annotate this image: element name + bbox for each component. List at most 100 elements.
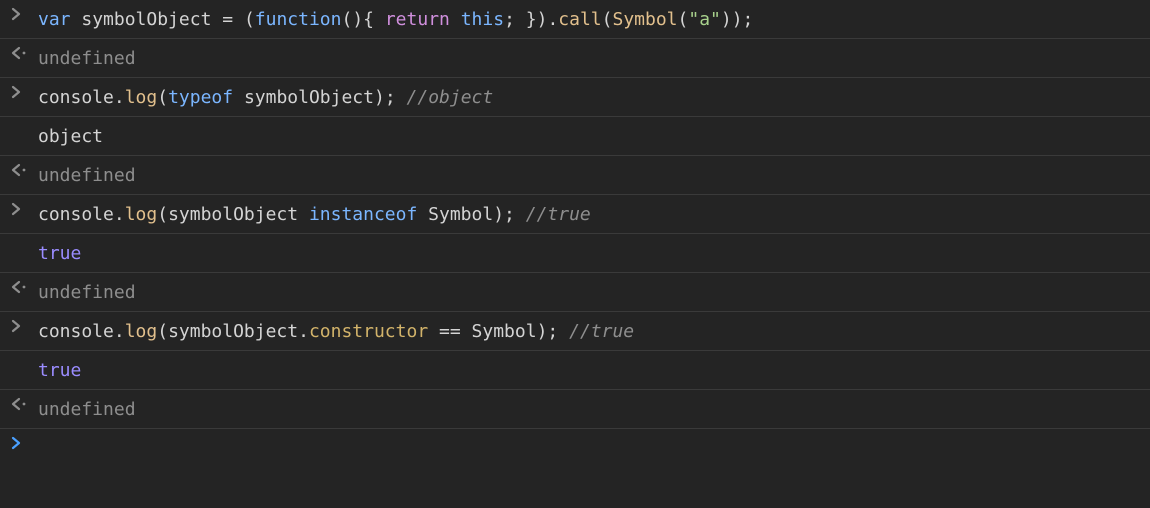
console-row: true — [0, 234, 1150, 273]
console-return-value: undefined — [38, 161, 1150, 189]
code-token: ( — [678, 9, 689, 30]
code-token — [211, 9, 222, 30]
console-row: console.log(symbolObject instanceof Symb… — [0, 195, 1150, 234]
code-token: )); — [721, 9, 754, 30]
code-token: var — [38, 9, 71, 30]
code-token: true — [38, 243, 81, 264]
code-token: symbolObject — [244, 87, 374, 108]
code-token: log — [125, 204, 158, 225]
console-return-value: undefined — [38, 44, 1150, 72]
code-token: ( — [157, 204, 168, 225]
code-token: undefined — [38, 282, 136, 303]
code-token: //true — [569, 321, 634, 342]
code-token — [233, 9, 244, 30]
code-token: return — [385, 9, 450, 30]
code-token: . — [114, 204, 125, 225]
code-token — [461, 321, 472, 342]
code-token: ( — [157, 321, 168, 342]
console-row: true — [0, 351, 1150, 390]
console-row: undefined — [0, 390, 1150, 429]
console-input-code: console.log(typeof symbolObject); //obje… — [38, 83, 1150, 111]
code-token: ); — [493, 204, 515, 225]
code-token — [428, 321, 439, 342]
log-marker — [6, 239, 38, 241]
code-token: ; — [504, 9, 526, 30]
code-token: console — [38, 204, 114, 225]
code-token: typeof — [168, 87, 233, 108]
code-token: Symbol — [428, 204, 493, 225]
input-chevron-icon — [6, 200, 38, 216]
return-chevron-icon — [6, 278, 38, 294]
console-log-output: object — [38, 122, 1150, 150]
code-token: console — [38, 87, 114, 108]
console-row: undefined — [0, 156, 1150, 195]
code-token — [396, 87, 407, 108]
prompt-chevron-icon — [6, 434, 38, 450]
code-token: object — [38, 126, 103, 147]
code-token — [417, 204, 428, 225]
code-token: . — [114, 87, 125, 108]
code-token — [558, 321, 569, 342]
code-token: (){ — [341, 9, 374, 30]
code-token: symbolObject — [81, 9, 211, 30]
code-token: symbolObject — [168, 321, 298, 342]
code-token: = — [222, 9, 233, 30]
code-token: }). — [526, 9, 559, 30]
code-token: ( — [157, 87, 168, 108]
console-log-output: true — [38, 239, 1150, 267]
console-row: console.log(typeof symbolObject); //obje… — [0, 78, 1150, 117]
code-token: call — [558, 9, 601, 30]
console-input-code: console.log(symbolObject.constructor == … — [38, 317, 1150, 345]
code-token: constructor — [309, 321, 428, 342]
code-token: ); — [374, 87, 396, 108]
code-token: //true — [526, 204, 591, 225]
code-token: console — [38, 321, 114, 342]
code-token: undefined — [38, 165, 136, 186]
code-token: this — [461, 9, 504, 30]
input-chevron-icon — [6, 317, 38, 333]
return-chevron-icon — [6, 161, 38, 177]
input-chevron-icon — [6, 5, 38, 21]
code-token: ( — [244, 9, 255, 30]
log-marker — [6, 122, 38, 124]
code-token: instanceof — [309, 204, 417, 225]
input-chevron-icon — [6, 83, 38, 99]
code-token — [515, 204, 526, 225]
code-token: ( — [602, 9, 613, 30]
console-prompt-input[interactable] — [38, 434, 1150, 435]
code-token: ); — [537, 321, 559, 342]
console-row[interactable] — [0, 429, 1150, 465]
code-token: undefined — [38, 48, 136, 69]
code-token: "a" — [688, 9, 721, 30]
return-chevron-icon — [6, 44, 38, 60]
console-row: console.log(symbolObject.constructor == … — [0, 312, 1150, 351]
code-token — [374, 9, 385, 30]
log-marker — [6, 356, 38, 358]
console-row: undefined — [0, 39, 1150, 78]
console-input-code: console.log(symbolObject instanceof Symb… — [38, 200, 1150, 228]
code-token: . — [298, 321, 309, 342]
code-token: Symbol — [612, 9, 677, 30]
console-log-output: true — [38, 356, 1150, 384]
code-token: true — [38, 360, 81, 381]
code-token: . — [114, 321, 125, 342]
code-token — [450, 9, 461, 30]
code-token: == — [439, 321, 461, 342]
code-token: Symbol — [472, 321, 537, 342]
console-row: object — [0, 117, 1150, 156]
console-return-value: undefined — [38, 278, 1150, 306]
code-token: log — [125, 321, 158, 342]
code-token: log — [125, 87, 158, 108]
devtools-console[interactable]: var symbolObject = (function(){ return t… — [0, 0, 1150, 465]
console-row: var symbolObject = (function(){ return t… — [0, 0, 1150, 39]
code-token — [233, 87, 244, 108]
console-return-value: undefined — [38, 395, 1150, 423]
return-chevron-icon — [6, 395, 38, 411]
console-input-code: var symbolObject = (function(){ return t… — [38, 5, 1150, 33]
code-token: symbolObject — [168, 204, 298, 225]
code-token — [298, 204, 309, 225]
code-token: undefined — [38, 399, 136, 420]
console-row: undefined — [0, 273, 1150, 312]
code-token: //object — [407, 87, 494, 108]
code-token — [71, 9, 82, 30]
